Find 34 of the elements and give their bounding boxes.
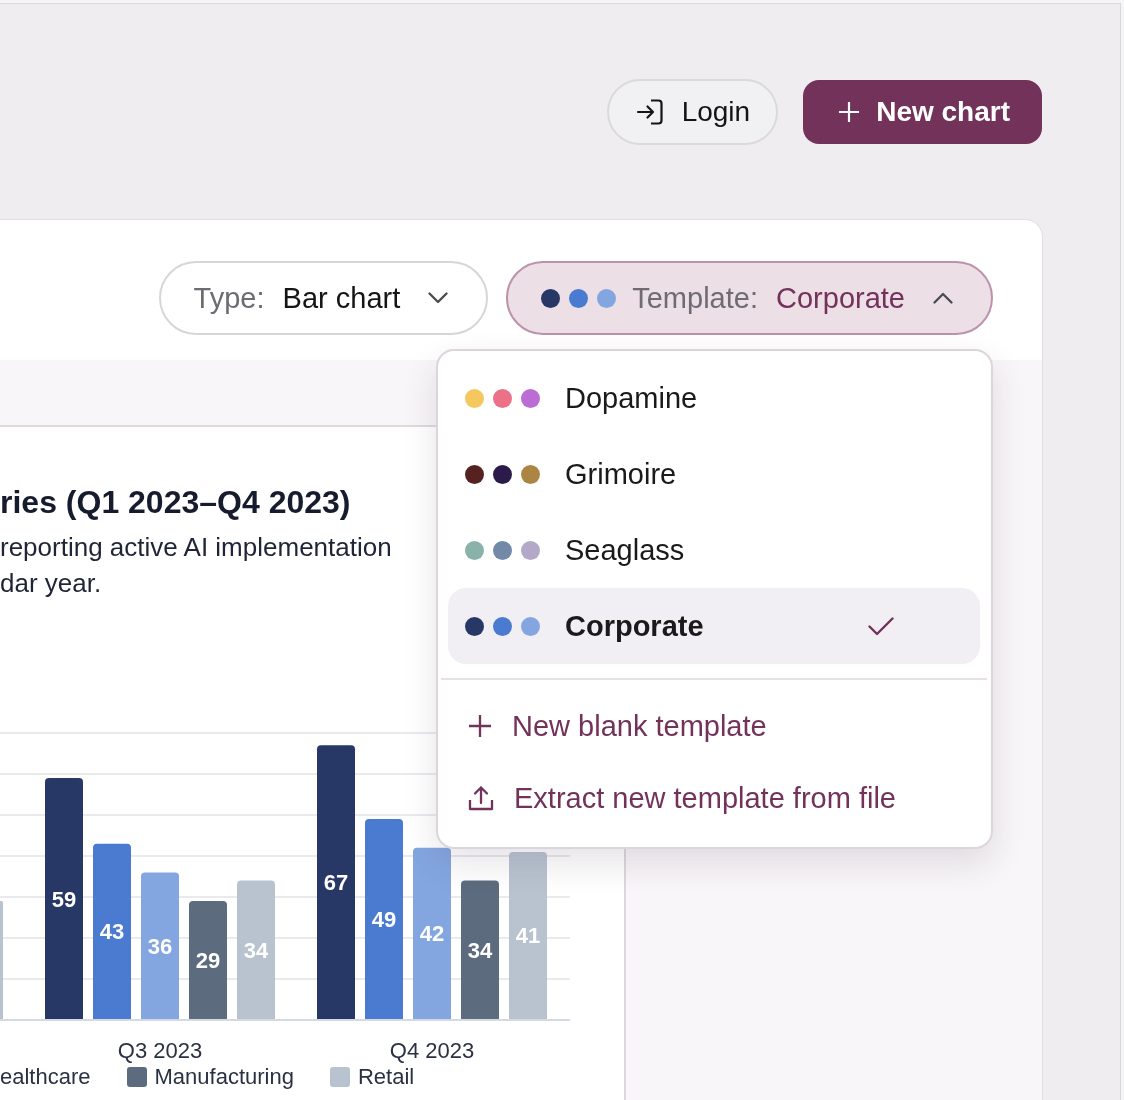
x-axis-label: Q4 2023 [389,1038,475,1063]
bar-value-label: 36 [147,933,173,959]
bar-value-label: 34 [243,937,269,963]
bar-value-label: 42 [419,921,445,947]
chart-title: ries (Q1 2023–Q4 2023) [0,484,351,520]
chevron-up-icon [933,292,953,304]
legend-label: ealthcare [0,1064,91,1090]
legend-label: Manufacturing [154,1064,294,1090]
template-menu-item[interactable]: Corporate [448,588,980,664]
upload-icon [468,785,494,811]
new-template-item[interactable]: New blank template [448,690,980,762]
extract-template-item[interactable]: Extract new template from file [448,762,980,834]
bar-value-label: 49 [371,907,397,933]
x-axis-label: Q3 2023 [117,1038,203,1063]
plus-icon [468,714,492,738]
chart-subtitle: reporting active AI implementation dar year. [0,531,392,600]
login-icon [635,97,664,126]
template-select[interactable]: Template: Corporate [506,261,993,335]
bar-value-label: 59 [51,886,77,912]
bar-value-label: 43 [99,919,125,945]
bar-value-label: 67 [323,870,349,896]
bar-value-label: 34 [467,937,493,963]
plus-icon [839,101,860,122]
legend-label: Retail [357,1064,415,1090]
new-chart-button[interactable]: New chart [803,79,1042,144]
template-menu-item[interactable]: Dopamine [448,360,980,436]
chevron-down-icon [428,292,449,304]
login-button[interactable]: Login [606,78,779,145]
check-icon [868,616,894,636]
chart-type-select[interactable]: Type: Bar chart [158,261,489,335]
template-menu-item[interactable]: Grimoire [448,436,980,512]
bar-value-label: 41 [515,923,541,949]
template-menu-item[interactable]: Seaglass [448,512,980,588]
bar-value-label: 29 [195,948,221,974]
